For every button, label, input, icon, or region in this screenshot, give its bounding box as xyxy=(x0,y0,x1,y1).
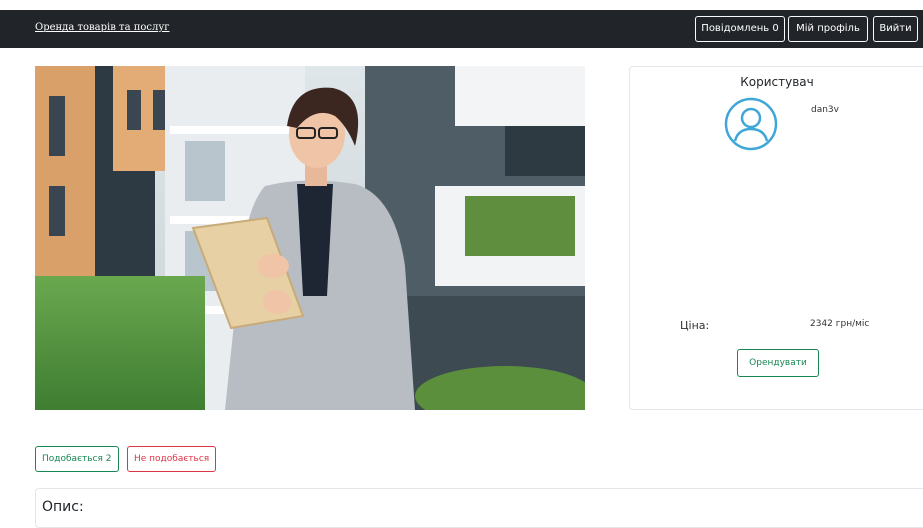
description-title: Опис: xyxy=(42,499,84,515)
user-card: Користувач dan3v Ціна: 2342 грн/міс Орен… xyxy=(629,66,923,410)
dislike-button[interactable]: Не подобається xyxy=(127,446,217,472)
logout-button[interactable]: Вийти xyxy=(873,16,918,42)
user-avatar-icon xyxy=(724,97,778,151)
user-card-title: Користувач xyxy=(740,75,814,89)
brand-link[interactable]: Оренда товарів та послуг xyxy=(35,22,169,33)
profile-button[interactable]: Мій профіль xyxy=(788,16,868,42)
username: dan3v xyxy=(811,105,839,115)
description-card: Опис: xyxy=(35,488,923,528)
notifications-button[interactable]: Повідомлень 0 xyxy=(695,16,785,42)
price-value: 2342 грн/міс xyxy=(810,319,870,329)
price-label: Ціна: xyxy=(680,319,710,332)
rent-button[interactable]: Орендувати xyxy=(737,349,819,377)
top-navbar: Оренда товарів та послуг Повідомлень 0 М… xyxy=(0,10,923,48)
listing-photo xyxy=(35,66,585,410)
like-button[interactable]: Подобається 2 xyxy=(35,446,119,472)
